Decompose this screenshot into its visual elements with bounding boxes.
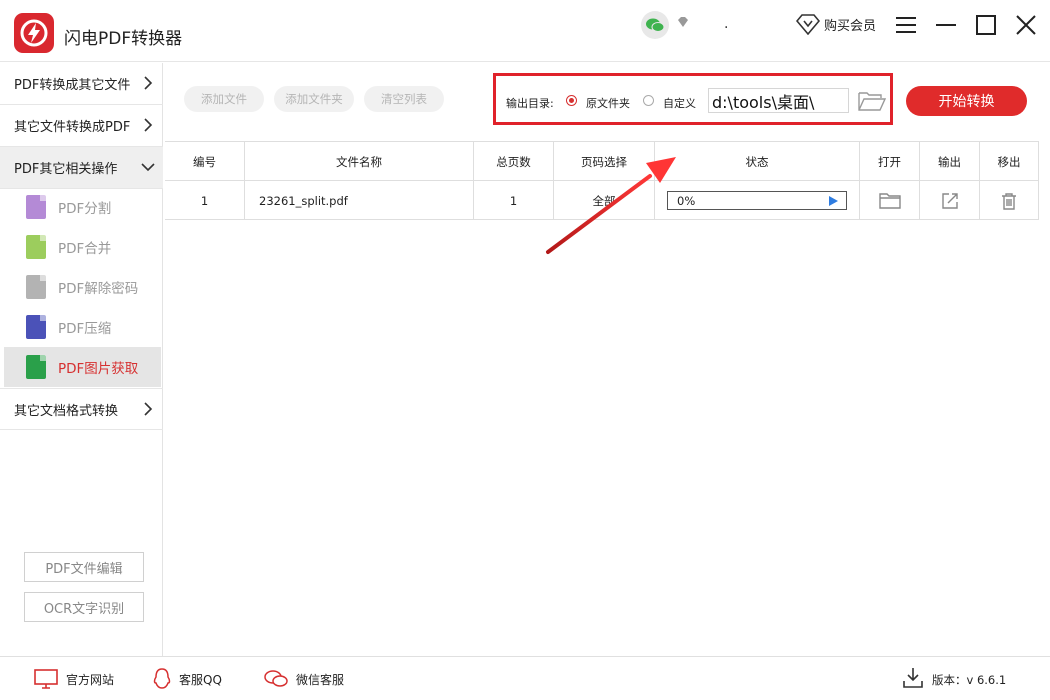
trash-icon[interactable]: [1001, 192, 1017, 210]
buy-vip-label: 购买会员: [824, 18, 877, 34]
download-icon[interactable]: [903, 667, 923, 689]
title-dot: .: [724, 16, 729, 32]
sidebar-item-label: PDF图片获取: [58, 361, 139, 377]
wechat-service-icon: [264, 670, 288, 687]
wechat-service-label: 微信客服: [296, 672, 345, 687]
app-title: 闪电PDF转换器: [64, 29, 183, 49]
sidebar-item-label: PDF解除密码: [58, 281, 139, 297]
col-header-name: 文件名称: [245, 142, 474, 181]
sidebar-cat-other-to-pdf[interactable]: 其它文件转换成PDF: [0, 105, 163, 147]
sidebar-item-pdf-split[interactable]: PDF分割: [4, 187, 161, 227]
close-icon[interactable]: [1013, 12, 1039, 38]
col-header-status: 状态: [655, 142, 860, 181]
sidebar-cat-other-doc[interactable]: 其它文档格式转换: [0, 388, 163, 430]
footer: 官方网站 客服QQ 微信客服 版本：v 6.6.1: [0, 656, 1050, 700]
cell-file-name: 23261_split.pdf: [245, 181, 474, 220]
sidebar-cat-label: PDF转换成其它文件: [14, 78, 131, 93]
chevron-right-icon: [144, 402, 153, 416]
wechat-icon[interactable]: [641, 11, 669, 39]
output-dir-label: 输出目录:: [506, 97, 554, 110]
vip-diamond-small-icon: [678, 17, 688, 27]
sidebar-item-label: PDF分割: [58, 201, 112, 217]
qq-icon: [153, 668, 171, 689]
pdf-merge-icon: [26, 235, 46, 259]
clear-list-button[interactable]: 清空列表: [364, 86, 444, 112]
add-folder-button[interactable]: 添加文件夹: [274, 86, 354, 112]
output-path-input[interactable]: [708, 88, 849, 113]
pdf-unlock-icon: [26, 275, 46, 299]
table-row[interactable]: 1 23261_split.pdf 1 全部 0%: [165, 181, 1039, 220]
cell-index: 1: [165, 181, 245, 220]
col-header-open: 打开: [860, 142, 920, 181]
start-convert-button[interactable]: 开始转换: [906, 86, 1027, 116]
monitor-icon: [34, 669, 58, 689]
sidebar-item-label: PDF压缩: [58, 321, 112, 337]
buy-vip-button[interactable]: 购买会员: [796, 12, 876, 36]
chevron-right-icon: [144, 76, 153, 90]
sidebar-item-pdf-unlock[interactable]: PDF解除密码: [4, 267, 161, 307]
sidebar-item-pdf-merge[interactable]: PDF合并: [4, 227, 161, 267]
output-original-label[interactable]: 原文件夹: [586, 95, 630, 111]
qq-service-link[interactable]: 客服QQ: [153, 667, 222, 691]
sidebar-cat-label: PDF其它相关操作: [14, 162, 118, 177]
output-original-radio[interactable]: [566, 95, 577, 106]
minimize-icon[interactable]: [933, 12, 959, 38]
title-bar: 闪电PDF转换器 . 购买会员: [0, 0, 1050, 62]
open-folder-icon[interactable]: [878, 192, 901, 210]
col-header-range: 页码选择: [554, 142, 655, 181]
pdf-image-extract-icon: [26, 355, 46, 379]
cell-open: [860, 181, 920, 220]
chevron-down-icon: [141, 163, 155, 172]
file-table: 编号 文件名称 总页数 页码选择 状态 打开 输出 移出 1 23261_spl…: [165, 141, 1039, 220]
progress-bar: 0%: [667, 191, 847, 210]
export-icon[interactable]: [941, 192, 959, 210]
sidebar-cat-pdf-to-other[interactable]: PDF转换成其它文件: [0, 63, 163, 105]
sidebar-item-pdf-compress[interactable]: PDF压缩: [4, 307, 161, 347]
qq-label: 客服QQ: [179, 672, 222, 687]
col-header-pages: 总页数: [474, 142, 554, 181]
sidebar-item-pdf-image-extract[interactable]: PDF图片获取: [4, 347, 161, 387]
app-logo-icon: [14, 13, 54, 53]
website-link[interactable]: 官方网站: [34, 667, 114, 691]
col-header-index: 编号: [165, 142, 245, 181]
sidebar-item-label: PDF合并: [58, 241, 112, 257]
pdf-split-icon: [26, 195, 46, 219]
cell-page-range[interactable]: 全部: [554, 181, 655, 220]
website-label: 官方网站: [66, 672, 115, 687]
maximize-icon[interactable]: [973, 12, 999, 38]
version-label: 版本：v 6.6.1: [932, 673, 1007, 687]
col-header-remove: 移出: [980, 142, 1039, 181]
progress-text: 0%: [677, 193, 696, 208]
cell-remove: [980, 181, 1039, 220]
output-custom-label[interactable]: 自定义: [663, 95, 696, 111]
sidebar-cat-label: 其它文件转换成PDF: [14, 120, 131, 135]
table-header-row: 编号 文件名称 总页数 页码选择 状态 打开 输出 移出: [165, 142, 1039, 181]
wechat-service-link[interactable]: 微信客服: [264, 667, 344, 691]
cell-output: [920, 181, 980, 220]
menu-icon[interactable]: [893, 12, 919, 38]
pdf-compress-icon: [26, 315, 46, 339]
cell-pages: 1: [474, 181, 554, 220]
folder-open-icon[interactable]: [858, 90, 886, 112]
vip-diamond-icon: [796, 14, 820, 35]
add-file-button[interactable]: 添加文件: [184, 86, 264, 112]
output-custom-radio[interactable]: [643, 95, 654, 106]
sidebar: PDF转换成其它文件 其它文件转换成PDF PDF其它相关操作 PDF分割 PD…: [0, 63, 163, 656]
sidebar-cat-pdf-ops[interactable]: PDF其它相关操作: [0, 147, 163, 189]
ocr-button[interactable]: OCR文字识别: [24, 592, 144, 622]
col-header-output: 输出: [920, 142, 980, 181]
chevron-right-icon: [144, 118, 153, 132]
sidebar-cat-label: 其它文档格式转换: [14, 403, 119, 419]
play-icon[interactable]: [829, 196, 838, 206]
pdf-edit-button[interactable]: PDF文件编辑: [24, 552, 144, 582]
cell-status: 0%: [655, 181, 860, 220]
